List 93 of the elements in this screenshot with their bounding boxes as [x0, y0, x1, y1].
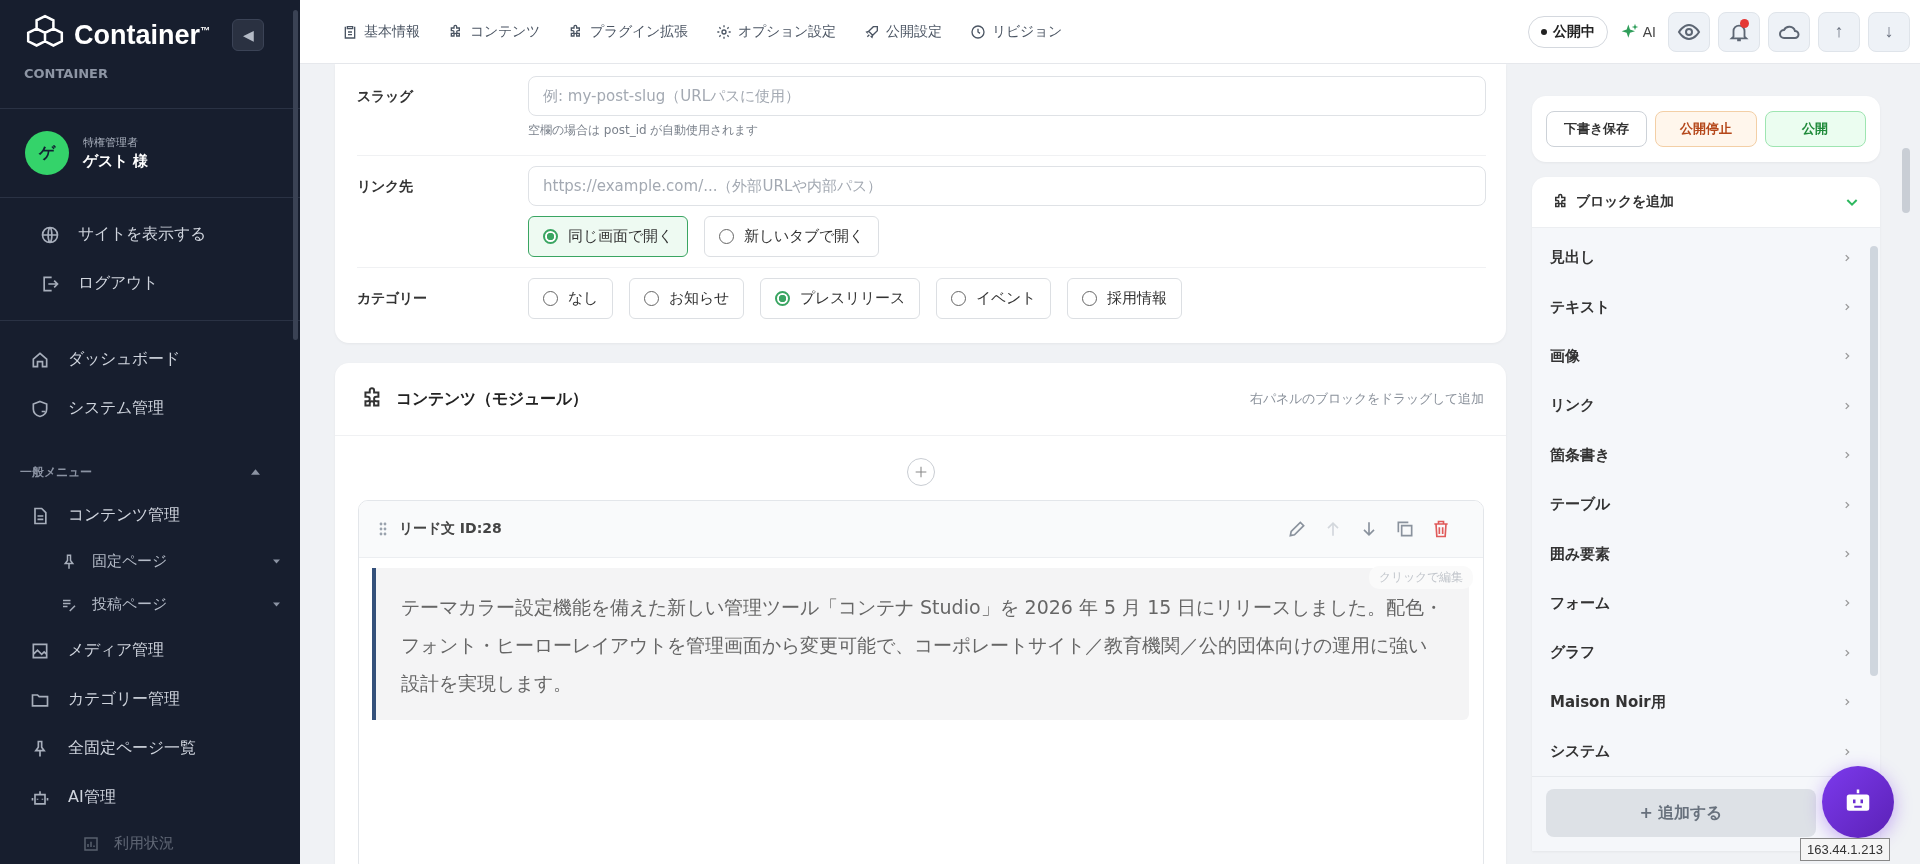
globe-icon	[40, 224, 60, 245]
draft-button[interactable]: 下書き保存	[1546, 111, 1648, 147]
clock-icon	[970, 23, 986, 40]
radio-option[interactable]: プレスリリース	[760, 278, 920, 319]
scroll-down-button[interactable]: ↓	[1868, 11, 1910, 52]
shield-icon	[30, 398, 50, 419]
status-dot-icon	[1540, 28, 1547, 35]
chevron-right-icon	[1842, 450, 1852, 461]
slug-input[interactable]: 例: my-post-slug（URLパスに使用）	[528, 76, 1486, 116]
nav-item[interactable]: カテゴリー管理	[0, 675, 300, 724]
block-type-item[interactable]: フォーム	[1532, 578, 1868, 629]
tab[interactable]: プラグイン拡張	[568, 22, 688, 41]
status-text: 公開中	[1552, 22, 1595, 41]
block-type-item[interactable]: Maison Noir用	[1532, 677, 1868, 727]
radio-option[interactable]: なし	[528, 278, 613, 319]
user-role: 特権管理者	[83, 135, 139, 150]
block-type-item[interactable]: テキスト	[1532, 282, 1868, 332]
pencil-icon	[1287, 519, 1307, 539]
block-type-item[interactable]: 画像	[1532, 331, 1868, 382]
block-type-item[interactable]: グラフ	[1532, 628, 1868, 678]
site-subtitle: CONTAINER	[24, 66, 109, 81]
nav-subitem[interactable]: 投稿ページ	[0, 583, 300, 626]
chevron-right-icon	[1842, 351, 1852, 362]
logo-text: Container$^{™}$	[74, 19, 210, 51]
block-type-item[interactable]: システム	[1532, 726, 1868, 777]
bar-chart-icon	[82, 834, 100, 853]
ip-address-label: 163.44.1.213	[1800, 838, 1890, 861]
caret-down-icon[interactable]	[273, 602, 280, 607]
chevron-right-icon	[1842, 598, 1852, 609]
hint-text: 右パネルのブロックをドラッグして追加	[1250, 390, 1484, 408]
link-input[interactable]: https://example.com/...（外部URLや内部パス）	[528, 166, 1486, 206]
clipboard-icon	[342, 23, 358, 40]
avatar: ゲ	[25, 131, 69, 175]
scrollbar-thumb[interactable]	[293, 10, 298, 340]
nav-item[interactable]: ダッシュボード	[0, 335, 300, 384]
block-type-item[interactable]: テーブル	[1532, 479, 1868, 530]
field-label: リンク先	[357, 177, 414, 196]
cloud-button[interactable]	[1768, 11, 1810, 52]
radio-option[interactable]: 同じ画面で開く	[528, 216, 688, 257]
chevron-right-icon	[1842, 499, 1852, 510]
copy-icon	[1395, 519, 1415, 539]
lead-text: テーマカラー設定機能を備えた新しい管理ツール「コンテナ Studio」を 2026 年 5 月 15 日にリリースしました。配色・フォント・ヒーローレイアウトを管理画面から変更可能で、コーポレートサイト／教育機関／公的団体向けの運用に強い設計を実現します。	[401, 595, 1445, 696]
unpublish-button[interactable]: 公開停止	[1655, 111, 1757, 147]
section-title: 一般メニュー	[20, 463, 92, 481]
chevron-right-icon	[1842, 697, 1852, 708]
field-label: スラッグ	[357, 87, 415, 106]
chevron-right-icon	[1842, 252, 1852, 263]
notifications-button[interactable]	[1718, 11, 1760, 52]
tab[interactable]: オプション設定	[716, 22, 836, 41]
tab[interactable]: コンテンツ	[448, 22, 540, 41]
sidebar-link[interactable]: サイトを表示する	[0, 210, 300, 259]
drag-handle-icon[interactable]	[379, 522, 387, 536]
caret-down-icon[interactable]	[273, 559, 280, 564]
user-name: ゲスト 様	[83, 152, 149, 171]
nav-item[interactable]: 全固定ページ一覧	[0, 724, 300, 773]
scrollbar-thumb[interactable]	[1902, 148, 1910, 213]
preview-button[interactable]	[1668, 11, 1710, 52]
tab[interactable]: 基本情報	[342, 22, 420, 41]
nav-item[interactable]: システム管理	[0, 384, 300, 433]
scroll-up-button[interactable]: ↑	[1818, 11, 1860, 52]
field-label: カテゴリー	[357, 289, 428, 308]
caret-up-icon[interactable]	[251, 469, 260, 475]
scrollbar-thumb[interactable]	[1870, 246, 1878, 676]
help-text: 空欄の場合は post_id が自動使用されます	[528, 122, 760, 139]
sidebar-link[interactable]: ログアウト	[0, 259, 300, 308]
add-block-button[interactable]	[906, 458, 935, 486]
chevron-right-icon	[1842, 549, 1852, 560]
chevron-right-icon	[1842, 647, 1852, 658]
nav-item[interactable]: メディア管理	[0, 626, 300, 675]
trash-icon	[1431, 519, 1451, 539]
radio-option[interactable]: 採用情報	[1067, 278, 1182, 319]
section-title: コンテンツ（モジュール）	[396, 388, 588, 410]
collapse-sidebar-button[interactable]: ◀	[232, 19, 264, 51]
block-type-item[interactable]: 見出し	[1532, 233, 1868, 283]
chevron-right-icon	[1842, 746, 1852, 757]
radio-option[interactable]: イベント	[936, 278, 1051, 319]
chevron-right-icon	[1842, 400, 1852, 411]
block-type-item[interactable]: 箇条書き	[1532, 430, 1868, 480]
ai-button[interactable]: AI	[1615, 21, 1660, 42]
radio-option[interactable]: 新しいタブで開く	[704, 216, 879, 257]
rocket-icon	[864, 23, 880, 40]
tab[interactable]: リビジョン	[970, 22, 1062, 41]
nav-item[interactable]: コンテンツ管理	[0, 491, 300, 540]
radio-option[interactable]: お知らせ	[629, 278, 744, 319]
chevron-right-icon	[1842, 302, 1852, 313]
nav-item[interactable]: AI管理	[0, 773, 300, 822]
block-type-item[interactable]: リンク	[1532, 381, 1868, 431]
tab[interactable]: 公開設定	[864, 22, 942, 41]
block-type-item[interactable]: 囲み要素	[1532, 529, 1868, 579]
nav-subitem[interactable]: 固定ページ	[0, 540, 300, 583]
publish-button[interactable]: 公開	[1764, 111, 1866, 147]
block-title: リード文 ID:28	[399, 520, 502, 538]
panel-title: ブロックを追加	[1576, 193, 1674, 211]
